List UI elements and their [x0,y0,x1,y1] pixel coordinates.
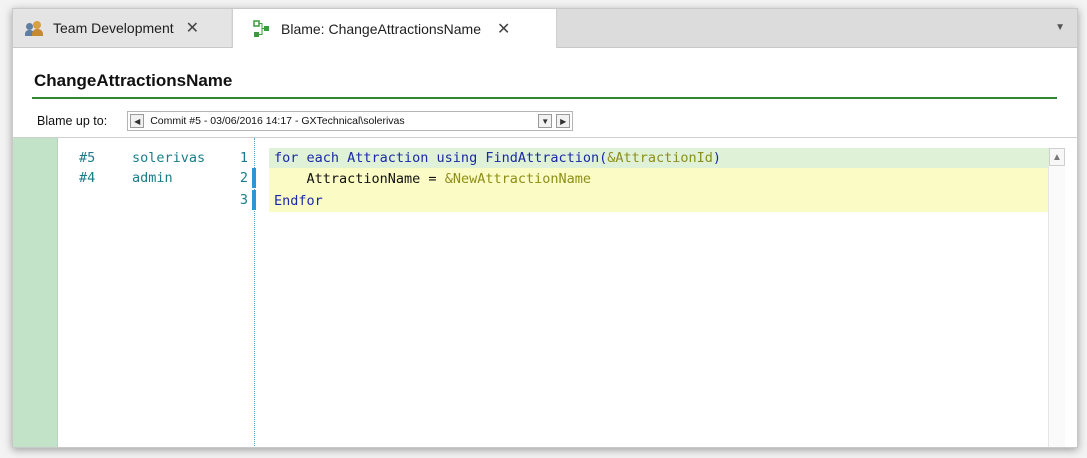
line-number: 3 [239,192,248,208]
code-assignment: AttractionName = [306,171,445,187]
blame-up-to-label: Blame up to: [37,114,108,128]
editor-gutter [13,138,57,447]
tab-overflow-icon[interactable]: ▼ [1055,22,1065,33]
code-editor[interactable]: #5 solerivas 1 #4 admin 2 3 for each Att… [13,137,1077,447]
title-divider [32,97,1057,99]
change-marker [252,190,256,210]
code-variable: &NewAttractionName [444,171,591,187]
selected-commit: Commit #5 - 03/06/2016 14:17 - GXTechnic… [150,115,405,127]
close-icon[interactable]: ✕ [186,18,199,38]
annotation-commit: #5 [79,150,96,166]
commit-dropdown-button[interactable]: ▼ [538,114,553,128]
code-keyword: Endfor [274,193,323,209]
scroll-up-button[interactable]: ▲ [1049,148,1065,166]
line-number: 2 [239,170,248,186]
code-punctuation: ) [712,150,722,166]
tab-blame[interactable]: Blame: ChangeAttractionsName ✕ [232,9,557,48]
change-marker [252,168,256,188]
page-title: ChangeAttractionsName [34,71,233,90]
annotation-author: solerivas [132,150,206,166]
annotation-commit: #4 [79,170,96,186]
code-keyword: for each Attraction using FindAttraction… [274,150,608,166]
vertical-scrollbar[interactable] [1048,166,1065,447]
code-line: Endfor [274,191,323,211]
code-variable: &AttractionId [607,150,713,166]
blame-icon [253,19,271,38]
line-number: 1 [239,150,248,166]
annotation-author: admin [132,170,173,186]
blame-toolbar: Blame up to: ◀ Commit #5 - 03/06/2016 14… [37,109,574,133]
blame-window: Team Development ✕ Blame: ChangeAttracti… [12,8,1078,448]
tab-team-development[interactable]: Team Development ✕ [13,9,231,47]
next-commit-button[interactable]: ▶ [556,114,571,128]
code-line: for each Attraction using FindAttraction… [274,148,721,168]
tab-strip: Team Development ✕ Blame: ChangeAttracti… [13,9,1077,48]
close-icon[interactable]: ✕ [497,19,510,39]
previous-commit-button[interactable]: ◀ [130,114,145,128]
team-icon [25,19,43,37]
commit-selector[interactable]: ◀ Commit #5 - 03/06/2016 14:17 - GXTechn… [127,111,574,131]
code-line: AttractionName = &NewAttractionName [274,169,591,189]
tab-label: Team Development [53,20,174,36]
tab-label: Blame: ChangeAttractionsName [281,20,481,37]
